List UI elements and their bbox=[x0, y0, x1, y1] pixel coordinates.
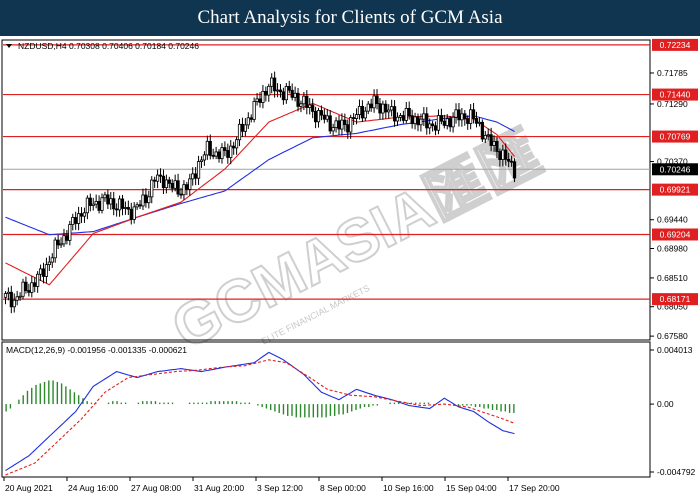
symbol-header: NZDUSD,H4 0.70308 0.70406 0.70184 0.7024… bbox=[18, 41, 199, 51]
candle bbox=[21, 278, 25, 300]
page-title: Chart Analysis for Clients of GCM Asia bbox=[0, 0, 700, 36]
time-axis-label: 20 Aug 2021 bbox=[5, 483, 53, 493]
candle bbox=[480, 119, 484, 142]
time-axis-label: 10 Sep 16:00 bbox=[383, 483, 434, 493]
macd-axis-label: 0.00 bbox=[657, 399, 674, 409]
price-axis-label: 0.68510 bbox=[657, 273, 688, 283]
time-axis-label: 3 Sep 12:00 bbox=[257, 483, 303, 493]
level-label: 0.68171 bbox=[660, 294, 691, 304]
level-label: 0.72234 bbox=[660, 40, 691, 50]
level-label: 0.69921 bbox=[660, 185, 691, 195]
chart-area: GCMASIA匯匯 ELITE FINANCIAL MARKETS 0.7178… bbox=[0, 36, 700, 500]
time-axis-label: 8 Sep 00:00 bbox=[320, 483, 366, 493]
macd-axis-label: 0.004013 bbox=[657, 345, 693, 355]
price-axis-label: 0.68980 bbox=[657, 244, 688, 254]
current-price-label: 0.70246 bbox=[660, 164, 691, 174]
time-axis-label: 15 Sep 04:00 bbox=[446, 483, 497, 493]
macd-axis-label: -0.004792 bbox=[657, 467, 696, 477]
level-label: 0.71440 bbox=[660, 90, 691, 100]
price-axis-label: 0.67580 bbox=[657, 331, 688, 341]
candle bbox=[252, 97, 256, 123]
time-axis-label: 17 Sep 20:00 bbox=[509, 483, 560, 493]
price-axis-label: 0.71785 bbox=[657, 68, 688, 78]
time-axis-label: 31 Aug 20:00 bbox=[194, 483, 244, 493]
macd-header: MACD(12,26,9) -0.001956 -0.001335 -0.000… bbox=[6, 345, 187, 355]
level-label: 0.70769 bbox=[660, 132, 691, 142]
time-axis-label: 24 Aug 16:00 bbox=[68, 483, 118, 493]
time-axis-label: 27 Aug 08:00 bbox=[131, 483, 181, 493]
price-axis-label: 0.69440 bbox=[657, 215, 688, 225]
level-label: 0.69204 bbox=[660, 229, 691, 239]
